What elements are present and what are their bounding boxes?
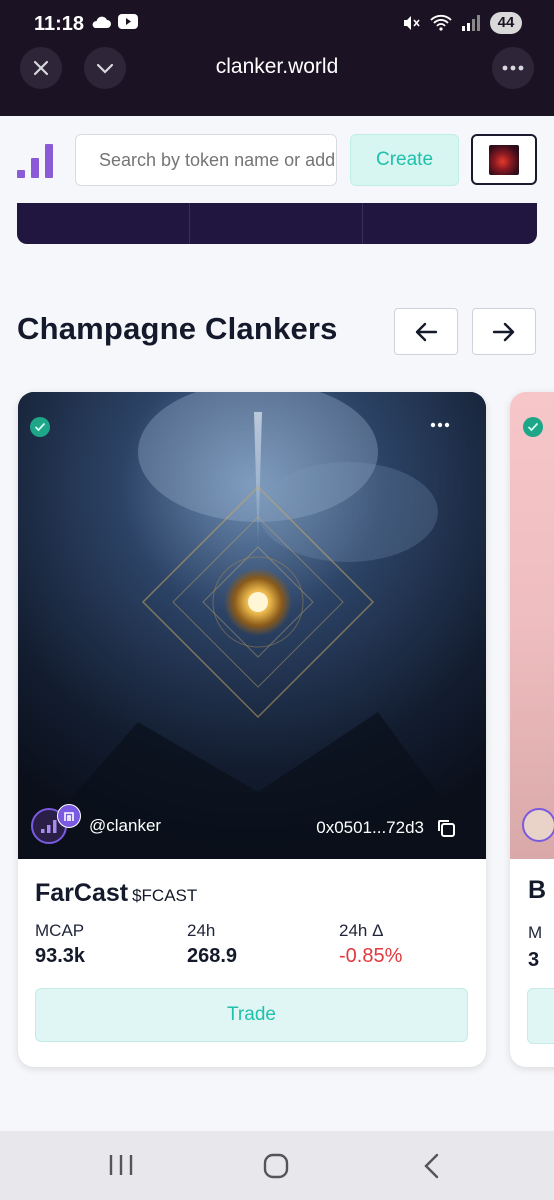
browser-chrome: 11:18 44 clanker.world <box>0 0 554 116</box>
stat-value: 3 <box>528 949 540 971</box>
home-icon[interactable] <box>263 1153 289 1179</box>
token-name-row: FarCast $FCAST <box>35 879 197 908</box>
stat-value: -0.85% <box>339 945 403 967</box>
creator-handle[interactable]: @clanker <box>89 816 161 836</box>
stat-value: 93.3k <box>35 945 86 967</box>
contract-address[interactable]: 0x0501...72d3 <box>316 818 456 838</box>
token-ticker: $FCAST <box>132 886 198 905</box>
stat-value: 268.9 <box>187 945 238 967</box>
stat-mcap: MCAP 93.3k <box>35 921 85 968</box>
recent-apps-icon[interactable] <box>108 1154 134 1176</box>
browser-menu-button[interactable] <box>492 47 534 89</box>
token-name: FarCast <box>35 879 129 907</box>
avatar <box>489 144 519 175</box>
token-image <box>510 392 554 859</box>
status-system-icons: 44 <box>402 12 522 34</box>
token-name: B <box>528 876 547 904</box>
card-details: FarCast $FCAST MCAP 93.3k 24h 268.9 24h Δ… <box>18 859 486 1067</box>
creator-avatar <box>31 804 81 844</box>
carousel-next-button[interactable] <box>472 308 536 355</box>
more-horizontal-icon <box>430 422 450 428</box>
verified-badge-icon <box>30 417 50 437</box>
status-notification-icons <box>90 14 138 29</box>
section-title: Champagne Clankers <box>17 311 338 346</box>
back-icon[interactable] <box>423 1153 439 1179</box>
status-time: 11:18 <box>34 13 85 35</box>
cloud-icon <box>92 16 111 28</box>
token-card-next[interactable]: B M 3 <box>510 392 554 1067</box>
token-image[interactable]: @clanker 0x0501...72d3 <box>18 392 486 859</box>
card-more-button[interactable] <box>430 416 450 428</box>
arrow-left-icon <box>415 322 438 341</box>
battery-indicator: 44 <box>490 12 522 34</box>
stat-24h-change: 24h Δ -0.85% <box>339 921 402 968</box>
stats-banner <box>17 203 537 244</box>
mute-icon <box>404 16 420 30</box>
creator-avatar <box>522 808 554 842</box>
signal-icon <box>462 15 480 31</box>
url-label[interactable]: clanker.world <box>0 55 554 79</box>
profile-button[interactable] <box>471 134 537 185</box>
stat-24h-volume: 24h 268.9 <box>187 921 237 968</box>
creator-info[interactable]: @clanker <box>31 804 161 844</box>
create-button[interactable]: Create <box>350 134 459 186</box>
copy-icon[interactable] <box>436 818 456 838</box>
stat-label: M <box>528 923 543 942</box>
search-input[interactable] <box>75 134 337 186</box>
youtube-icon <box>118 14 138 29</box>
stat-label: MCAP <box>35 921 85 940</box>
carousel-prev-button[interactable] <box>394 308 458 355</box>
clanker-logo-icon[interactable] <box>16 143 54 179</box>
more-horizontal-icon <box>502 65 524 71</box>
creator-secondary-avatar <box>57 804 81 828</box>
stat-label: 24h <box>187 921 216 940</box>
trade-button[interactable] <box>527 988 554 1044</box>
token-card[interactable]: @clanker 0x0501...72d3 FarCast $FCAST MCA… <box>18 392 486 1067</box>
system-navigation-bar <box>0 1131 554 1200</box>
address-text: 0x0501...72d3 <box>316 818 424 837</box>
trade-button[interactable]: Trade <box>35 988 468 1042</box>
token-artwork <box>18 392 486 859</box>
wifi-icon <box>430 14 452 31</box>
verified-badge-icon <box>523 417 543 437</box>
stat-label: 24h Δ <box>339 921 384 940</box>
arrow-right-icon <box>492 322 515 341</box>
